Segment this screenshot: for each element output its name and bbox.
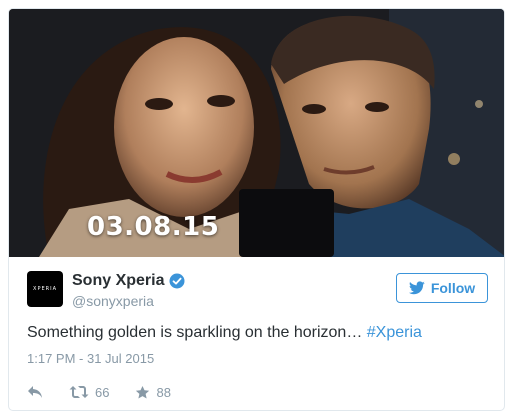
- display-name[interactable]: Sony Xperia: [72, 272, 164, 290]
- retweet-button[interactable]: 66: [69, 385, 109, 400]
- retweet-count: 66: [95, 384, 110, 400]
- tweet-card: 03.08.15 XPERIA Sony Xperia @sonyxperia …: [8, 8, 505, 411]
- retweet-icon: [69, 386, 89, 398]
- twitter-bird-icon: [408, 281, 425, 295]
- hashtag-link[interactable]: #Xperia: [367, 324, 422, 341]
- tweet-photo[interactable]: 03.08.15: [9, 9, 504, 257]
- tweet-actions: 66 88: [27, 381, 197, 403]
- reply-button[interactable]: [27, 385, 43, 399]
- favorite-count: 88: [156, 384, 171, 400]
- avatar-text: XPERIA: [33, 286, 57, 292]
- tweet-header: XPERIA Sony Xperia @sonyxperia Follow: [27, 271, 488, 315]
- tweet-text: Something golden is sparkling on the hor…: [27, 324, 422, 342]
- verified-badge-icon: [169, 273, 185, 289]
- tweet-timestamp[interactable]: 1:17 PM - 31 Jul 2015: [27, 351, 154, 366]
- follow-button-label: Follow: [430, 280, 476, 296]
- date-overlay: 03.08.15: [87, 212, 220, 242]
- photo-illustration: [9, 9, 504, 257]
- name-row: Sony Xperia: [72, 272, 185, 290]
- favorite-button[interactable]: 88: [135, 384, 171, 400]
- user-handle[interactable]: @sonyxperia: [72, 293, 154, 309]
- avatar[interactable]: XPERIA: [27, 271, 63, 307]
- star-icon: [136, 385, 150, 398]
- reply-icon: [28, 386, 42, 398]
- follow-button[interactable]: Follow: [396, 273, 488, 303]
- tweet-body: Something golden is sparkling on the hor…: [27, 324, 367, 341]
